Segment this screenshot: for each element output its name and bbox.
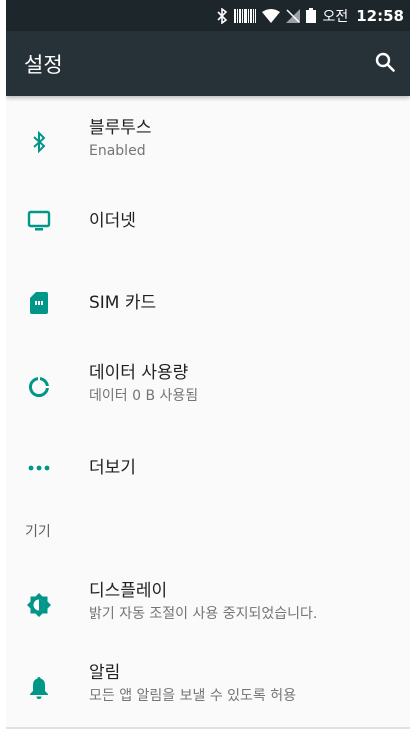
setting-item-title: 데이터 사용량	[89, 363, 189, 383]
setting-item-notifications[interactable]: 알림 모든 앱 알림을 보낼 수 있도록 허용	[6, 662, 410, 712]
setting-item-subtitle: 데이터 0 B 사용됨	[89, 388, 199, 404]
data-usage-icon	[26, 374, 52, 400]
no-sim-icon	[286, 8, 301, 23]
setting-item-subtitle: 밝기 자동 조절이 사용 중지되었습니다.	[89, 606, 318, 622]
status-ampm: 오전	[322, 8, 349, 25]
setting-item-data-usage[interactable]: 데이터 사용량 데이터 0 B 사용됨	[6, 362, 410, 412]
setting-item-more[interactable]: 더보기	[6, 455, 410, 481]
page-title: 설정	[24, 52, 63, 77]
section-header-device: 기기	[25, 524, 51, 540]
setting-item-bluetooth[interactable]: 블루투스 Enabled	[6, 117, 410, 167]
search-button[interactable]	[368, 47, 402, 81]
setting-item-subtitle: Enabled	[89, 143, 146, 159]
setting-item-title: 블루투스	[89, 118, 152, 138]
status-time: 12:58	[356, 6, 404, 25]
setting-item-sim-card[interactable]: SIM 카드	[6, 290, 410, 316]
search-icon	[375, 52, 395, 76]
bluetooth-status-icon	[216, 7, 228, 24]
bell-icon	[26, 674, 52, 700]
brightness-icon	[26, 592, 52, 618]
battery-icon	[306, 8, 317, 23]
status-bar: 오전 12:58	[6, 0, 410, 31]
setting-item-title: 이더넷	[89, 211, 136, 231]
wifi-icon	[262, 8, 281, 23]
monitor-icon	[26, 208, 52, 234]
sim-card-icon	[26, 290, 52, 316]
bluetooth-icon	[26, 129, 52, 155]
setting-item-title: SIM 카드	[89, 293, 157, 313]
setting-item-ethernet[interactable]: 이더넷	[6, 208, 410, 234]
more-dots-icon	[26, 455, 52, 481]
setting-item-display[interactable]: 디스플레이 밝기 자동 조절이 사용 중지되었습니다.	[6, 580, 410, 630]
settings-screen: 오전 12:58 설정 블루투스 Enabled 이더넷 SIM 카드 데이터 …	[6, 0, 410, 729]
barcode-icon	[234, 8, 257, 23]
setting-item-title: 더보기	[89, 458, 136, 478]
setting-item-title: 알림	[89, 663, 121, 683]
setting-item-title: 디스플레이	[89, 581, 168, 601]
app-toolbar: 설정	[6, 31, 410, 96]
setting-item-subtitle: 모든 앱 알림을 보낼 수 있도록 허용	[89, 688, 297, 704]
